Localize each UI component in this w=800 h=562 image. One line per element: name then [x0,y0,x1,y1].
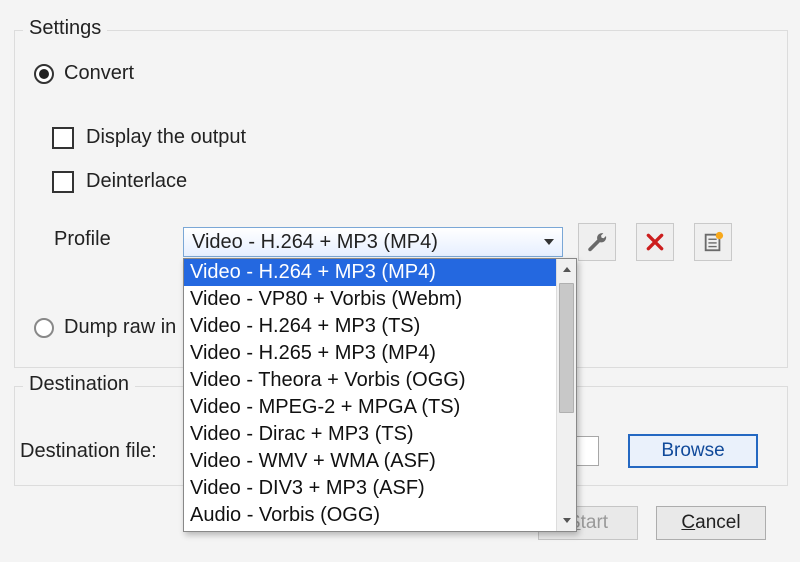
profile-option-list: Video - H.264 + MP3 (MP4)Video - VP80 + … [184,259,556,531]
delete-profile-button[interactable] [636,223,674,261]
profile-option[interactable]: Video - Dirac + MP3 (TS) [184,421,556,448]
radio-dot-icon [34,64,54,84]
deinterlace-checkbox[interactable]: Deinterlace [52,170,187,193]
profile-combobox[interactable]: Video - H.264 + MP3 (MP4) [183,227,563,257]
profile-option[interactable]: Video - H.264 + MP3 (TS) [184,313,556,340]
profile-option[interactable]: Video - Theora + Vorbis (OGG) [184,367,556,394]
profile-dropdown-list[interactable]: Video - H.264 + MP3 (MP4)Video - VP80 + … [183,258,577,532]
destination-file-label: Destination file: [20,440,157,463]
scroll-up-arrow-icon[interactable] [557,259,576,281]
profile-option[interactable]: Video - H.265 + MP3 (MP4) [184,340,556,367]
destination-legend: Destination [23,373,135,396]
profile-option[interactable]: Video - MPEG-2 + MPGA (TS) [184,394,556,421]
new-profile-button[interactable] [694,223,732,261]
wrench-icon [586,231,608,253]
convert-radio-label: Convert [64,62,134,85]
display-output-checkbox[interactable]: Display the output [52,126,246,149]
dropdown-scrollbar[interactable] [556,259,576,531]
profile-option[interactable]: Audio - Vorbis (OGG) [184,502,556,529]
deinterlace-label: Deinterlace [86,170,187,193]
scroll-down-arrow-icon[interactable] [557,509,576,531]
cancel-button[interactable]: Cancel [656,506,766,540]
dump-raw-label: Dump raw in [64,316,176,339]
cancel-button-label: Cancel [681,512,740,534]
browse-button-label: Browse [661,440,724,462]
profile-option[interactable]: Video - H.264 + MP3 (MP4) [184,259,556,286]
new-document-icon [702,231,724,253]
profile-option[interactable]: Video - DIV3 + MP3 (ASF) [184,475,556,502]
delete-x-icon [645,232,665,252]
radio-dot-icon [34,318,54,338]
display-output-label: Display the output [86,126,246,149]
dump-raw-radio[interactable]: Dump raw in [34,316,176,339]
checkbox-box-icon [52,171,74,193]
profile-combobox-value: Video - H.264 + MP3 (MP4) [192,231,438,254]
edit-profile-button[interactable] [578,223,616,261]
profile-option[interactable]: Video - VP80 + Vorbis (Webm) [184,286,556,313]
scrollbar-thumb[interactable] [559,283,574,413]
checkbox-box-icon [52,127,74,149]
chevron-down-icon [544,239,554,245]
profile-label: Profile [54,228,111,251]
settings-legend: Settings [23,17,107,40]
profile-option[interactable]: Video - WMV + WMA (ASF) [184,448,556,475]
browse-button[interactable]: Browse [628,434,758,468]
convert-radio[interactable]: Convert [34,62,134,85]
